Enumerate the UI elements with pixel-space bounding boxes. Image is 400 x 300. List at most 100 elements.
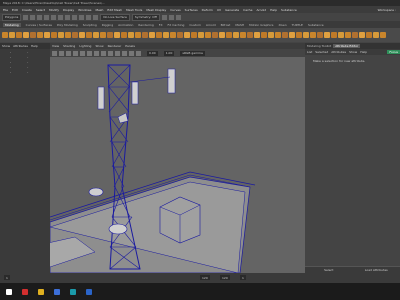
ae-menu-selected[interactable]: Selected — [315, 50, 328, 54]
pencil-curve-icon[interactable] — [23, 32, 29, 38]
render-settings-icon[interactable] — [175, 14, 181, 20]
render-icon[interactable] — [161, 14, 167, 20]
cone-icon[interactable] — [65, 32, 71, 38]
circle-icon[interactable] — [30, 32, 36, 38]
tab-custom[interactable]: Custom — [189, 23, 201, 27]
vp-menu-panels[interactable]: Panels — [125, 44, 135, 48]
rebuild-icon[interactable] — [177, 32, 183, 38]
symmetry-dropdown[interactable]: Symmetry: Off — [131, 13, 160, 21]
fill-hole-icon[interactable] — [303, 32, 309, 38]
tab-arnold[interactable]: Arnold — [206, 23, 216, 27]
ae-menu-list[interactable]: List — [307, 50, 312, 54]
torus-icon[interactable] — [79, 32, 85, 38]
cube-icon[interactable] — [51, 32, 57, 38]
tab-modeling[interactable]: Modeling — [3, 22, 21, 27]
tab-modeling-toolkit[interactable]: Modeling Toolkit — [307, 44, 331, 48]
tab-xgen[interactable]: XGen — [279, 23, 287, 27]
center-pivot-icon[interactable] — [324, 32, 330, 38]
mode-dropdown[interactable]: Polygons — [2, 13, 22, 21]
quad-draw-icon[interactable] — [310, 32, 316, 38]
intersect-icon[interactable] — [198, 32, 204, 38]
ae-menu-show[interactable]: Show — [349, 50, 357, 54]
planar-icon[interactable] — [100, 32, 106, 38]
reverse-icon[interactable] — [184, 32, 190, 38]
separate-icon[interactable] — [247, 32, 253, 38]
menu-attributes[interactable]: Attributes — [13, 44, 28, 48]
tab-mash[interactable]: MASH — [235, 23, 244, 27]
tower-scene[interactable] — [50, 57, 305, 273]
menu-mesh-tools[interactable]: Mesh Tools — [126, 8, 142, 12]
tab-fx[interactable]: FX — [159, 23, 163, 27]
render-view-icon[interactable] — [359, 32, 365, 38]
load-attributes-button[interactable]: Load Attributes — [352, 266, 400, 273]
plane-icon[interactable] — [72, 32, 78, 38]
snap-curve-icon[interactable] — [86, 14, 92, 20]
smooth-icon[interactable] — [233, 32, 239, 38]
menu-substance[interactable]: Substance — [281, 8, 297, 12]
select-by-hierarchy-icon[interactable] — [58, 14, 64, 20]
redo-icon[interactable] — [51, 14, 57, 20]
trim-icon[interactable] — [205, 32, 211, 38]
start-frame-field[interactable]: 1 — [4, 275, 10, 280]
target-weld-icon[interactable] — [317, 32, 323, 38]
tab-rigging[interactable]: Rigging — [102, 23, 113, 27]
bridge-icon[interactable] — [261, 32, 267, 38]
textured-icon[interactable] — [115, 50, 120, 56]
tab-rendering[interactable]: Rendering — [138, 23, 153, 27]
vp-menu-renderer[interactable]: Renderer — [108, 44, 122, 48]
untrim-icon[interactable] — [212, 32, 218, 38]
group-icon[interactable] — [380, 32, 386, 38]
extrude-face-icon[interactable] — [268, 32, 274, 38]
select-by-component-icon[interactable] — [72, 14, 78, 20]
explorer-icon[interactable] — [54, 288, 60, 295]
menu-deform[interactable]: Deform — [202, 8, 213, 12]
tab-attribute-editor[interactable]: Attribute Editor — [333, 44, 361, 48]
tab-poly-modeling[interactable]: Poly Modeling — [57, 23, 78, 27]
merge-icon[interactable] — [282, 32, 288, 38]
snap-grid-icon[interactable] — [79, 14, 85, 20]
end-frame-field[interactable]: 120 — [220, 275, 230, 280]
save-scene-icon[interactable] — [37, 14, 43, 20]
wireframe-icon[interactable] — [101, 50, 106, 56]
menu-select[interactable]: Select — [36, 8, 45, 12]
cylinder-icon[interactable] — [58, 32, 64, 38]
menu-file[interactable]: File — [3, 8, 8, 12]
open-scene-icon[interactable] — [30, 14, 36, 20]
menu-help[interactable]: Help — [270, 8, 277, 12]
menu-edit[interactable]: Edit — [12, 8, 18, 12]
select-camera-icon[interactable] — [52, 50, 57, 56]
ae-menu-attributes[interactable]: Attributes — [331, 50, 346, 54]
birail-icon[interactable] — [114, 32, 120, 38]
current-frame-field[interactable]: 1 — [240, 275, 246, 280]
open-close-icon[interactable] — [149, 32, 155, 38]
stitch-icon[interactable] — [219, 32, 225, 38]
freeze-transform-icon[interactable] — [331, 32, 337, 38]
multicut-icon[interactable] — [289, 32, 295, 38]
xray-icon[interactable] — [136, 50, 141, 56]
shadows-icon[interactable] — [129, 50, 134, 56]
gamma-field[interactable]: 1.00 — [163, 50, 175, 56]
photoshop-icon[interactable] — [86, 288, 92, 295]
film-gate-icon[interactable] — [87, 50, 92, 56]
attach-icon[interactable] — [128, 32, 134, 38]
menu-mesh-display[interactable]: Mesh Display — [146, 8, 166, 12]
project-curve-icon[interactable] — [191, 32, 197, 38]
mirror-icon[interactable] — [254, 32, 260, 38]
menu-help-channel[interactable]: Help — [31, 44, 38, 48]
resolution-gate-icon[interactable] — [94, 50, 99, 56]
bezier-curve-icon[interactable] — [16, 32, 22, 38]
sphere-icon[interactable] — [44, 32, 50, 38]
tab-animation[interactable]: Animation — [118, 23, 133, 27]
menu-show[interactable]: Show — [2, 44, 10, 48]
uv-editor-icon[interactable] — [345, 32, 351, 38]
revolve-icon[interactable] — [86, 32, 92, 38]
curve-tool-icon[interactable] — [2, 32, 8, 38]
range-field[interactable]: 120 — [200, 275, 210, 280]
insert-isoparm-icon[interactable] — [156, 32, 162, 38]
exposure-field[interactable]: 0.00 — [147, 50, 158, 56]
maya-icon[interactable] — [70, 288, 76, 295]
lights-icon[interactable] — [122, 50, 127, 56]
menu-surfaces[interactable]: Surfaces — [185, 8, 198, 12]
menu-cache[interactable]: Cache — [243, 8, 252, 12]
focus-button[interactable]: Focus — [387, 50, 400, 54]
